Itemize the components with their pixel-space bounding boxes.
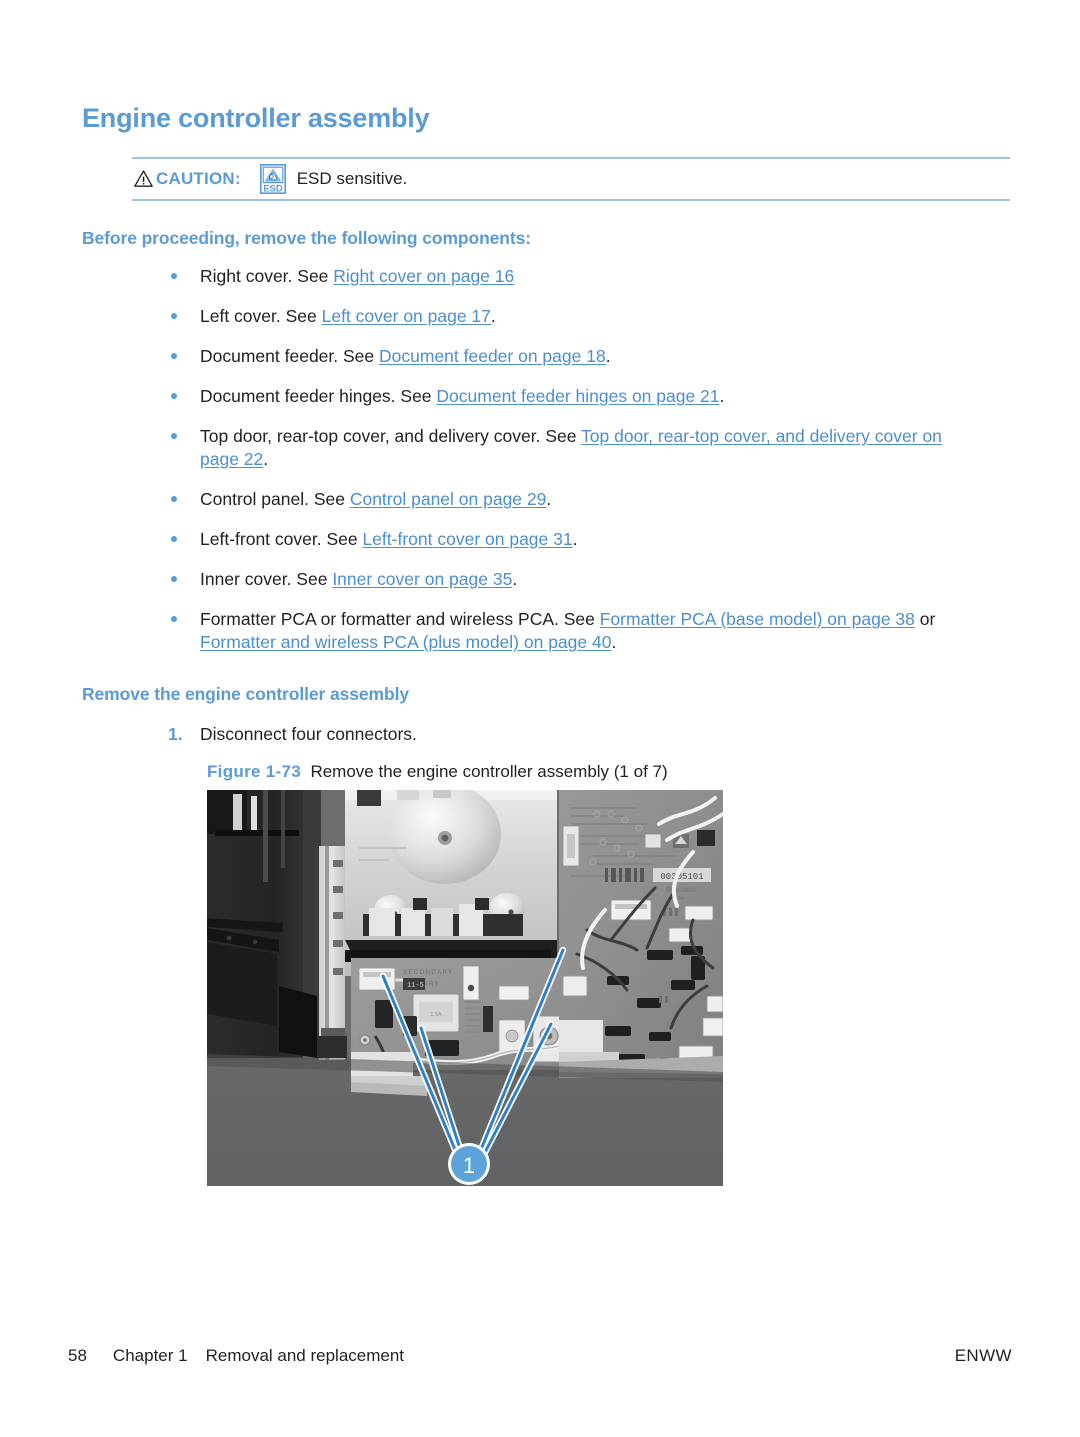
figure-caption-text: Remove the engine controller assembly (1… (310, 762, 668, 781)
list-item-text: Top door, rear-top cover, and delivery c… (200, 426, 582, 446)
footer-chapter: Chapter 1 (112, 1346, 188, 1365)
list-item-suffix: . (263, 449, 269, 469)
list-item: Left-front cover. See Left-front cover o… (168, 528, 968, 551)
list-item: Right cover. See Right cover on page 16 (168, 265, 968, 288)
bullet-dot-icon (171, 536, 177, 542)
bullet-dot-icon (171, 353, 177, 359)
caution-rule-bottom (132, 199, 1010, 201)
xref-link-inner-cover[interactable]: Inner cover on page 35 (332, 569, 512, 589)
footer-page-number: 58 (68, 1346, 87, 1365)
pcb-part-number: 00305101 (660, 872, 703, 882)
xref-link-formatter-wireless-pca-plus[interactable]: Formatter and wireless PCA (plus model) … (200, 632, 611, 652)
warning-triangle-icon (134, 169, 153, 187)
list-item-text: Left cover. See (200, 306, 322, 326)
bullet-dot-icon (171, 616, 177, 622)
components-bullet-list: Right cover. See Right cover on page 16 … (168, 265, 968, 671)
svg-text:04: 04 (678, 896, 684, 902)
before-proceeding-heading: Before proceeding, remove the following … (82, 228, 531, 248)
list-item-text: Right cover. See (200, 266, 334, 286)
bullet-dot-icon (171, 496, 177, 502)
list-item: Inner cover. See Inner cover on page 35. (168, 568, 968, 591)
svg-text:11-5: 11-5 (407, 982, 424, 990)
list-item-suffix: . (611, 632, 617, 652)
list-item: Left cover. See Left cover on page 17. (168, 305, 968, 328)
esd-sensitive-icon: ESD (259, 164, 286, 194)
bullet-dot-icon (171, 313, 177, 319)
xref-link-formatter-pca-base[interactable]: Formatter PCA (base model) on page 38 (600, 609, 915, 629)
bullet-dot-icon (171, 393, 177, 399)
caution-label: CAUTION: (156, 169, 241, 188)
list-item-text: Document feeder. See (200, 346, 379, 366)
page-title: Engine controller assembly (82, 103, 430, 133)
bullet-dot-icon (171, 433, 177, 439)
svg-text:REV-0902: REV-0902 (666, 887, 696, 894)
svg-text:1.5A: 1.5A (430, 1012, 442, 1018)
svg-text:SECONDARY: SECONDARY (403, 970, 454, 976)
footer-chapter-title: Removal and replacement (205, 1346, 405, 1365)
list-item-text: Inner cover. See (200, 569, 333, 589)
list-item: Control panel. See Control panel on page… (168, 488, 968, 511)
callout-number-1: 1 (463, 1153, 475, 1178)
list-item-suffix: . (572, 529, 578, 549)
figure-label: Figure 1-73 (207, 762, 301, 781)
list-item-suffix: . (546, 489, 552, 509)
procedure-step-1: 1. Disconnect four connectors. (168, 724, 417, 745)
step-text: Disconnect four connectors. (200, 724, 417, 744)
figure-caption: Figure 1-73 Remove the engine controller… (207, 762, 668, 782)
xref-link-right-cover[interactable]: Right cover on page 16 (333, 266, 514, 286)
list-item-text: Document feeder hinges. See (200, 386, 437, 406)
remove-assembly-heading: Remove the engine controller assembly (82, 684, 409, 704)
page-footer: 58 Chapter 1 Removal and replacement ENWW (68, 1346, 1012, 1370)
list-item-text: Formatter PCA or formatter and wireless … (200, 609, 600, 629)
xref-link-control-panel[interactable]: Control panel on page 29 (350, 489, 547, 509)
caution-body: CAUTION: ESD ESD sensitive. (132, 159, 1010, 199)
list-item-suffix: . (719, 386, 725, 406)
xref-link-left-cover[interactable]: Left cover on page 17 (322, 306, 491, 326)
step-number: 1. (168, 724, 183, 744)
bullet-dot-icon (171, 576, 177, 582)
document-page: Engine controller assembly CAUTION: ESD … (0, 0, 1080, 1437)
list-item: Formatter PCA or formatter and wireless … (168, 608, 968, 654)
list-item: Top door, rear-top cover, and delivery c… (168, 425, 968, 471)
xref-link-document-feeder[interactable]: Document feeder on page 18 (379, 346, 606, 366)
list-item-suffix: . (490, 306, 496, 326)
svg-text:ESD: ESD (263, 183, 283, 194)
list-item-text: Control panel. See (200, 489, 350, 509)
list-item-mid: or (914, 609, 936, 629)
xref-link-document-feeder-hinges[interactable]: Document feeder hinges on page 21 (436, 386, 719, 406)
list-item-suffix: . (512, 569, 518, 589)
caution-admonition: CAUTION: ESD ESD sensitive. (132, 157, 1010, 201)
list-item-text: Left-front cover. See (200, 529, 363, 549)
footer-publisher: ENWW (954, 1346, 1012, 1365)
bullet-dot-icon (171, 273, 177, 279)
xref-link-left-front-cover[interactable]: Left-front cover on page 31 (362, 529, 572, 549)
footer-left: 58 Chapter 1 Removal and replacement (68, 1346, 404, 1366)
list-item: Document feeder. See Document feeder on … (168, 345, 968, 368)
figure-photo-engine-controller: SECONDARY PRIMARY 11-5 1.5A (207, 790, 723, 1186)
list-item: Document feeder hinges. See Document fee… (168, 385, 968, 408)
list-item-suffix: . (605, 346, 611, 366)
caution-text: ESD sensitive. (296, 169, 408, 188)
